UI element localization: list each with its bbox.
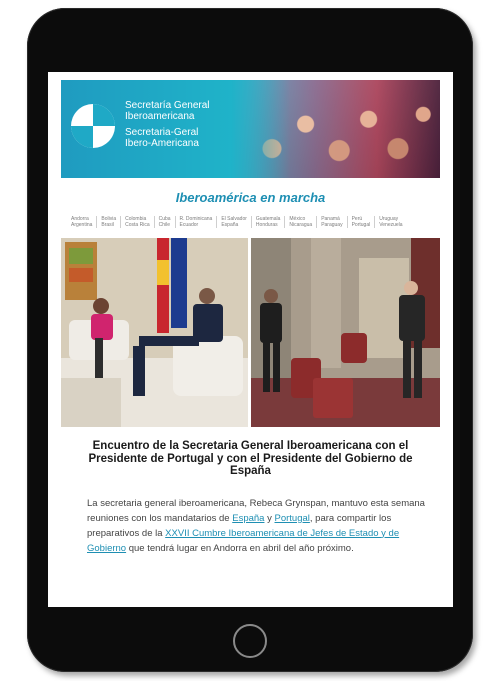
sgi-logo-icon — [71, 104, 115, 148]
country-nav: Andorra Argentina Bolivia Brasil Colombia Cos… — [67, 216, 440, 228]
country-link[interactable]: El Salvador España — [216, 216, 251, 228]
country-link[interactable]: Colombia Costa Rica — [120, 216, 153, 228]
country-name[interactable]: Portugal — [352, 222, 371, 228]
article-body: La secretaria general iberoamericana, Re… — [87, 496, 426, 556]
article-text: y — [264, 512, 275, 524]
country-name[interactable]: Costa Rica — [125, 222, 149, 228]
photo-meeting-portugal — [251, 238, 440, 427]
banner-crowd-image — [230, 80, 440, 178]
country-name[interactable]: Ecuador — [180, 222, 213, 228]
country-link[interactable]: Andorra Argentina — [67, 216, 96, 228]
country-link[interactable]: Bolivia Brasil — [96, 216, 120, 228]
org-name-pt-2: Ibero-Americana — [125, 138, 199, 149]
newsletter: Secretaría General Iberoamericana Secret… — [61, 80, 440, 556]
country-link[interactable]: Cuba Chile — [153, 216, 175, 228]
section-title: Iberoamérica en marcha — [175, 190, 326, 205]
country-link[interactable]: R. Dominicana Ecuador — [174, 216, 217, 228]
tablet-screen: Secretaría General Iberoamericana Secret… — [48, 72, 453, 607]
org-name-es-2: Iberoamericana — [125, 111, 195, 122]
org-name-es-1: Secretaría General — [125, 100, 210, 111]
country-name[interactable]: Venezuela — [379, 222, 402, 228]
article-text: que tendrá lugar en Andorra en abril del… — [126, 542, 354, 554]
country-link[interactable]: Perú Portugal — [346, 216, 375, 228]
country-link[interactable]: Uruguay Venezuela — [374, 216, 406, 228]
article-title: Encuentro de la Secretaria General Ibero… — [88, 440, 413, 477]
country-link[interactable]: Guatemala Honduras — [250, 216, 284, 228]
header-banner: Secretaría General Iberoamericana Secret… — [61, 80, 440, 178]
country-name[interactable]: Honduras — [256, 222, 280, 228]
country-name[interactable]: Nicaragua — [289, 222, 312, 228]
country-link[interactable]: Panamá Paraguay — [316, 216, 346, 228]
country-name[interactable]: Brasil — [101, 222, 116, 228]
country-name[interactable]: Argentina — [71, 222, 92, 228]
photo-meeting-spain — [61, 238, 248, 427]
country-name[interactable]: Chile — [159, 222, 171, 228]
country-link[interactable]: México Nicaragua — [284, 216, 316, 228]
photo-row — [61, 238, 440, 427]
country-name[interactable]: Paraguay — [321, 222, 342, 228]
org-name-pt-1: Secretaria-Geral — [125, 127, 199, 138]
country-name[interactable]: España — [221, 222, 247, 228]
link-portugal[interactable]: Portugal — [275, 513, 310, 524]
org-names: Secretaría General Iberoamericana Secret… — [125, 100, 210, 149]
home-button-icon[interactable] — [233, 624, 267, 658]
link-spain[interactable]: España — [232, 513, 264, 524]
